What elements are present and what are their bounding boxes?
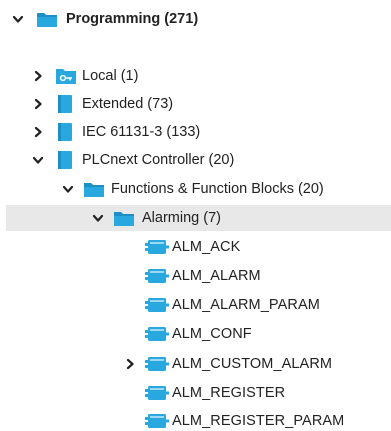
function-block-icon: [145, 268, 169, 284]
tree-item-alarming-folder[interactable]: Alarming (7): [6, 205, 391, 231]
tree-item-label: Local (1): [82, 68, 139, 84]
function-block-icon: [145, 297, 169, 313]
tree-item-label: ALM_REGISTER: [172, 385, 286, 401]
function-block-icon: [145, 413, 169, 429]
chevron-down-icon[interactable]: [92, 212, 104, 224]
function-block-icon: [145, 356, 169, 372]
tree-item-label: ALM_CONF: [172, 326, 252, 342]
tree-item-function-block[interactable]: ALM_ALARM_PARAM: [0, 292, 391, 318]
tree-item-label: ALM_ACK: [172, 239, 241, 255]
tree-item-label: ALM_ALARM: [172, 268, 261, 284]
tree-item-local[interactable]: Local (1): [0, 63, 391, 89]
tree-item-function-block[interactable]: ALM_ACK: [0, 234, 391, 260]
tree-item-label: ALM_ALARM_PARAM: [172, 297, 320, 313]
local-library-icon: [55, 67, 77, 85]
tree-item-label: IEC 61131-3 (133): [82, 124, 201, 140]
chevron-right-icon[interactable]: [32, 98, 44, 110]
function-block-icon: [145, 385, 169, 401]
chevron-down-icon[interactable]: [12, 13, 24, 25]
tree-item-iec[interactable]: IEC 61131-3 (133): [0, 119, 391, 145]
chevron-right-icon[interactable]: [32, 70, 44, 82]
folder-icon: [83, 180, 105, 198]
tree-item-function-block[interactable]: ALM_REGISTER: [0, 380, 391, 406]
function-block-icon: [145, 239, 169, 255]
tree-item-plcnext-controller[interactable]: PLCnext Controller (20): [0, 147, 391, 173]
tree-item-label: Functions & Function Blocks (20): [111, 181, 324, 197]
chevron-right-icon[interactable]: [124, 358, 136, 370]
tree-item-functions-folder[interactable]: Functions & Function Blocks (20): [0, 176, 391, 202]
chevron-down-icon[interactable]: [62, 183, 74, 195]
tree-root-programming[interactable]: Programming (271): [0, 6, 391, 32]
tree-item-label: Extended (73): [82, 96, 174, 112]
chevron-down-icon[interactable]: [32, 154, 44, 166]
function-block-icon: [145, 326, 169, 342]
tree-item-extended[interactable]: Extended (73): [0, 91, 391, 117]
library-icon: [55, 150, 75, 170]
library-icon: [55, 122, 75, 142]
chevron-right-icon[interactable]: [32, 126, 44, 138]
tree-item-label: ALM_REGISTER_PARAM: [172, 413, 345, 429]
folder-icon: [36, 10, 58, 28]
tree-item-function-block[interactable]: ALM_REGISTER_PARAM: [0, 408, 391, 431]
tree-item-function-block[interactable]: ALM_ALARM: [0, 263, 391, 289]
tree-item-label: PLCnext Controller (20): [82, 152, 235, 168]
tree-root-label: Programming (271): [66, 11, 199, 27]
folder-icon: [113, 209, 135, 227]
tree-item-function-block[interactable]: ALM_CONF: [0, 321, 391, 347]
tree-item-function-block[interactable]: ALM_CUSTOM_ALARM: [0, 351, 391, 377]
tree-item-label: ALM_CUSTOM_ALARM: [172, 356, 333, 372]
library-icon: [55, 94, 75, 114]
tree-item-label: Alarming (7): [142, 210, 221, 226]
